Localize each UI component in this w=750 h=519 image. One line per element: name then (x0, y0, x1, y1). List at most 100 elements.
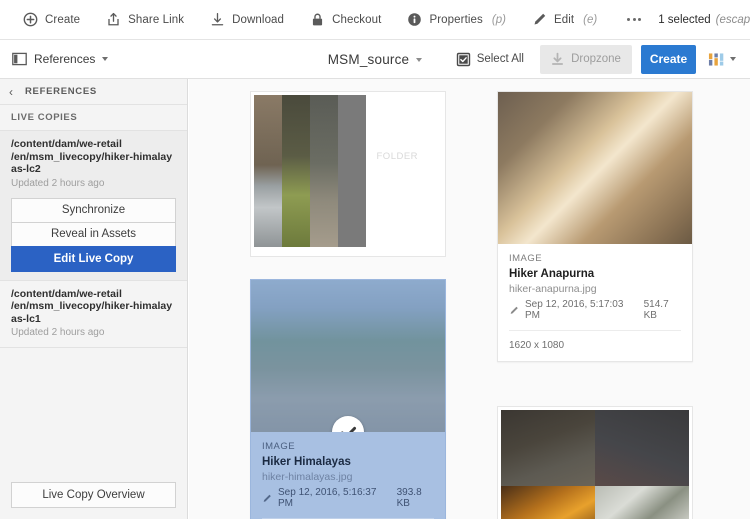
tile-photo-2 (595, 410, 689, 486)
live-copy-actions-1: Synchronize Reveal in Assets Edit Live C… (11, 198, 176, 272)
asset-kind-label: IMAGE (509, 253, 681, 264)
reveal-in-assets-button[interactable]: Reveal in Assets (11, 222, 176, 247)
share-upload-icon (106, 12, 121, 27)
folder-thumbnail-collage: FOLDER Hiking (501, 410, 689, 519)
plus-circle-icon (23, 12, 38, 27)
edit-action-label: Edit (554, 14, 574, 26)
asset-filesize: 514.7 KB (644, 299, 681, 321)
folder-card-hiking[interactable]: FOLDER Hiking (497, 406, 693, 519)
asset-card-hiker-himalayas[interactable]: IMAGE Hiker Himalayas hiker-himalayas.jp… (250, 279, 446, 519)
pencil-icon (509, 305, 519, 316)
folder-kind-label: FOLDER (377, 151, 426, 162)
checkmark-icon (340, 424, 357, 433)
info-icon (407, 12, 422, 27)
tile-photo-1 (254, 95, 282, 247)
dot-2 (633, 18, 636, 21)
references-rail: ‹ REFERENCES LIVE COPIES /content/dam/we… (0, 79, 188, 519)
checkout-action[interactable]: Checkout (297, 0, 394, 40)
page-title[interactable]: MSM_source (328, 52, 410, 67)
chevron-left-icon: ‹ (9, 86, 13, 98)
asset-photo (498, 92, 692, 244)
asset-filename: hiker-anapurna.jpg (509, 283, 681, 295)
more-options-button[interactable] (610, 0, 658, 40)
asset-title: Hiker Anapurna (509, 268, 681, 280)
edit-live-copy-button-label: Edit Live Copy (54, 253, 134, 265)
dropzone-download-icon (551, 52, 564, 66)
share-link-action[interactable]: Share Link (93, 0, 197, 40)
properties-action[interactable]: Properties (p) (394, 0, 518, 40)
view-switcher-button[interactable] (696, 51, 744, 68)
checkout-action-label: Checkout (332, 14, 381, 26)
selection-toolbar: Create Share Link Download Checkout (0, 0, 750, 40)
select-all-checkbox-icon (456, 52, 471, 67)
asset-card-grid: FOLDER Running (189, 79, 750, 519)
edit-live-copy-button[interactable]: Edit Live Copy (11, 246, 176, 272)
folder-label: FOLDER Running (377, 151, 426, 247)
download-icon (210, 12, 225, 27)
asset-filesize: 393.8 KB (397, 487, 434, 509)
live-copy-overview-button[interactable]: Live Copy Overview (11, 482, 176, 508)
asset-card-hiker-anapurna[interactable]: IMAGE Hiker Anapurna hiker-anapurna.jpg … (497, 91, 693, 362)
view-switcher-chevron-down-icon (730, 57, 736, 61)
rail-header[interactable]: ‹ REFERENCES (0, 79, 187, 105)
card-gap (497, 384, 693, 406)
breadcrumb-chevron-down-icon[interactable] (416, 58, 422, 62)
rail-header-label: REFERENCES (25, 86, 97, 97)
folder-card-running[interactable]: FOLDER Running (250, 91, 446, 257)
live-copies-section-label: LIVE COPIES (11, 112, 77, 123)
share-link-action-label: Share Link (128, 14, 184, 26)
selection-escape-hint: (escape) (716, 14, 750, 26)
live-copy-item-2[interactable]: /content/dam/we-retail /en/msm_livecopy/… (0, 281, 187, 349)
card-column-left: FOLDER Running (250, 91, 446, 519)
download-action[interactable]: Download (197, 0, 297, 40)
live-copy-overview-button-label: Live Copy Overview (42, 489, 144, 501)
action-toolbar-right: Select All Dropzone Create (446, 45, 750, 74)
asset-modified-date: Sep 12, 2016, 5:17:03 PM (525, 299, 631, 321)
selection-status: 1 selected (escape) (658, 14, 750, 26)
asset-thumbnail (251, 280, 445, 432)
reveal-in-assets-button-label: Reveal in Assets (51, 228, 136, 240)
collage-tile-3 (310, 95, 338, 247)
rail-toggle-button[interactable]: References (0, 52, 108, 66)
tile-photo-2 (282, 95, 310, 247)
tile-photo-3 (310, 95, 338, 247)
selection-count: 1 selected (658, 14, 710, 26)
properties-shortcut: (p) (492, 14, 506, 26)
asset-modified-date: Sep 12, 2016, 5:16:37 PM (278, 487, 384, 509)
create-action[interactable]: Create (10, 0, 93, 40)
asset-title: Hiker Himalayas (262, 456, 434, 468)
collage-tile-3 (501, 486, 595, 519)
asset-dimensions: 1620 x 1080 (509, 340, 681, 351)
collage-tile-2 (282, 95, 310, 247)
live-copy-path-2-line1: /content/dam/we-retail (11, 288, 122, 300)
asset-modified-row: Sep 12, 2016, 5:17:03 PM 514.7 KB (509, 299, 681, 321)
live-copy-path-2: /content/dam/we-retail /en/msm_livecopy/… (11, 288, 176, 326)
asset-filename: hiker-himalayas.jpg (262, 471, 434, 483)
asset-modified-row: Sep 12, 2016, 5:16:37 PM 393.8 KB (262, 487, 434, 509)
dropzone-button[interactable]: Dropzone (540, 45, 632, 74)
lock-icon (310, 12, 325, 27)
create-action-label: Create (45, 14, 80, 26)
collage-tile-4 (595, 486, 689, 519)
live-copy-updated-1: Updated 2 hours ago (11, 178, 176, 189)
rail-panel-icon (12, 52, 27, 66)
edit-action[interactable]: Edit (e) (519, 0, 610, 40)
select-all-label: Select All (477, 53, 524, 65)
folder-thumbnail-collage: FOLDER Running (254, 95, 442, 247)
card-gap (250, 257, 446, 279)
select-all-button[interactable]: Select All (446, 45, 534, 74)
folder-name-label: Running (377, 164, 426, 178)
asset-metadata: IMAGE Hiker Himalayas hiker-himalayas.jp… (251, 432, 445, 519)
synchronize-button-label: Synchronize (62, 204, 125, 216)
live-copy-path-1: /content/dam/we-retail /en/msm_livecopy/… (11, 138, 176, 176)
action-toolbar: References MSM_source Select All (0, 40, 750, 79)
chevron-down-icon (102, 57, 108, 61)
rail-toggle-label: References (34, 52, 95, 66)
selection-tint (251, 280, 445, 432)
live-copy-path-1-line2: /en/msm_livecopy/hiker-himalayas-lc2 (11, 151, 172, 176)
edit-shortcut: (e) (583, 14, 597, 26)
tile-photo-4 (595, 486, 689, 519)
live-copy-item-1[interactable]: /content/dam/we-retail /en/msm_livecopy/… (0, 131, 187, 281)
synchronize-button[interactable]: Synchronize (11, 198, 176, 223)
create-button[interactable]: Create (641, 45, 696, 74)
